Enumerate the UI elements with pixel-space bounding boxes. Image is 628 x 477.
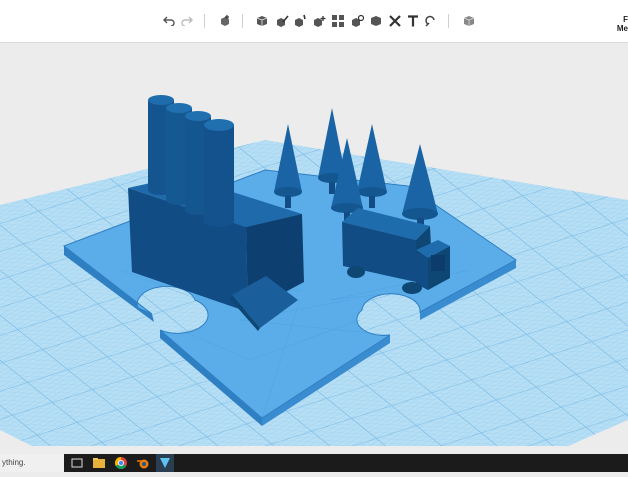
material-icon[interactable] bbox=[460, 12, 478, 30]
toolbar-divider bbox=[448, 14, 449, 28]
chimney bbox=[204, 119, 234, 227]
chrome-icon[interactable] bbox=[114, 456, 128, 470]
meshmixer-icon[interactable] bbox=[156, 454, 174, 472]
text-icon[interactable] bbox=[404, 12, 422, 30]
toolbar-divider bbox=[242, 14, 243, 28]
snap-icon[interactable] bbox=[422, 12, 440, 30]
corner-label-line1: F bbox=[623, 15, 628, 24]
scene-canvas bbox=[0, 95, 628, 446]
top-toolbar: F Me bbox=[0, 0, 628, 43]
sketch-icon[interactable] bbox=[273, 12, 291, 30]
construct-icon[interactable] bbox=[291, 12, 309, 30]
taskbar-search-input[interactable]: ything. bbox=[0, 454, 64, 472]
box-icon[interactable] bbox=[253, 12, 271, 30]
measure-icon[interactable] bbox=[386, 12, 404, 30]
blender-icon[interactable] bbox=[136, 456, 150, 470]
task-view-icon[interactable] bbox=[70, 456, 84, 470]
corner-label-line2: Me bbox=[616, 24, 628, 33]
file-explorer-icon[interactable] bbox=[92, 456, 106, 470]
undo-icon[interactable] bbox=[160, 12, 178, 30]
boolean-icon[interactable] bbox=[367, 12, 385, 30]
redo-icon[interactable] bbox=[178, 12, 196, 30]
toolbar-divider bbox=[204, 14, 205, 28]
add-shape-icon[interactable] bbox=[216, 12, 234, 30]
taskbar: ything. bbox=[0, 454, 628, 472]
corner-label: F Me bbox=[614, 15, 628, 33]
3d-viewport[interactable] bbox=[0, 43, 628, 454]
pattern-icon[interactable] bbox=[329, 12, 347, 30]
group-icon[interactable] bbox=[348, 12, 366, 30]
modify-icon[interactable] bbox=[310, 12, 328, 30]
